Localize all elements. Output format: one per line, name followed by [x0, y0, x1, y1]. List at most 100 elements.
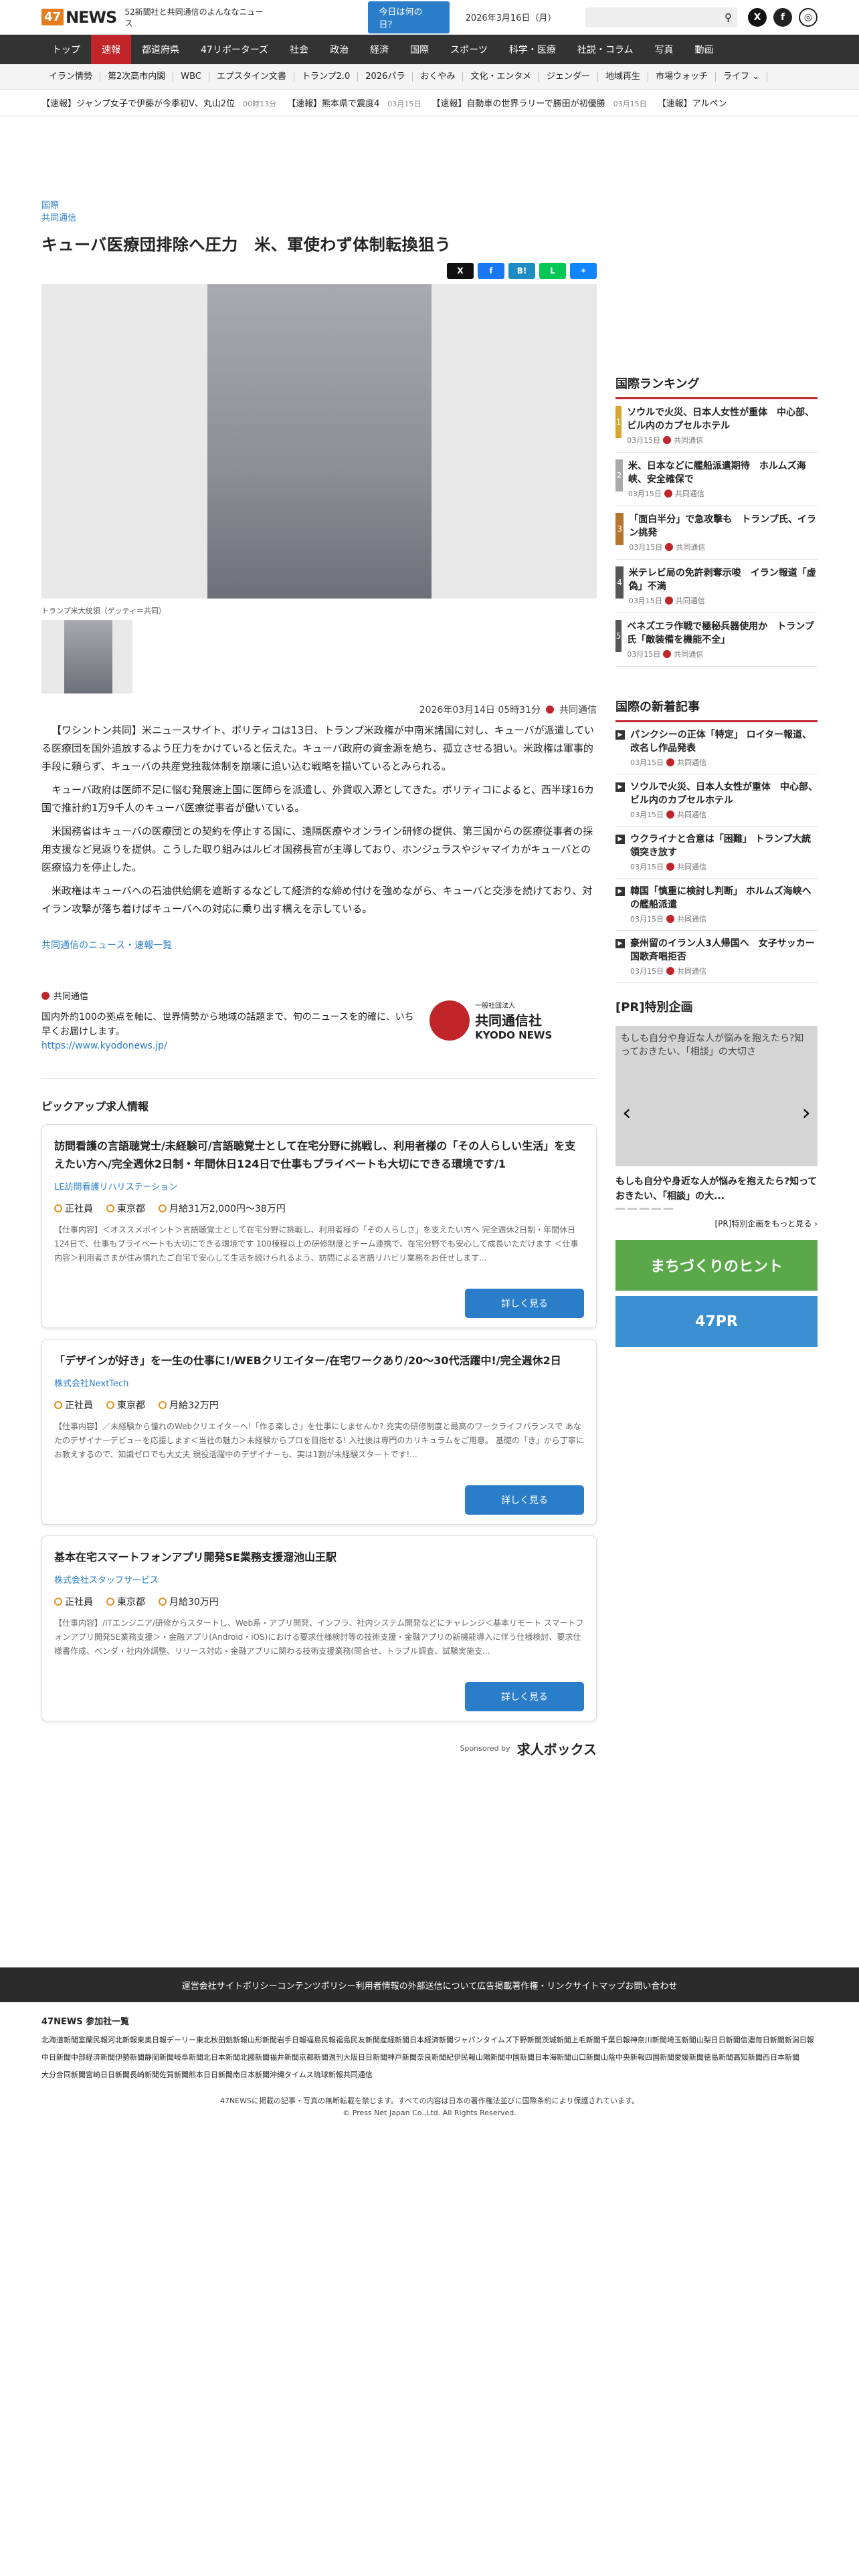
- ticker-item[interactable]: 【速報】自動車の世界ラリーで勝田が初優勝 03月15日: [432, 96, 646, 109]
- paper-link[interactable]: 東奥日報: [137, 2034, 167, 2047]
- paper-link[interactable]: 上毛新聞: [571, 2034, 601, 2047]
- pr-carousel[interactable]: もしも自分や身近な人が悩みを抱えたら?知っておきたい、「相談」の大切さ ‹ ›: [615, 1026, 818, 1166]
- paper-link[interactable]: 長崎新聞: [130, 2068, 159, 2082]
- facebook-icon[interactable]: f: [773, 7, 792, 27]
- paper-link[interactable]: 北日本新聞: [203, 2051, 240, 2064]
- job-company[interactable]: 株式会社NextTech: [54, 1376, 584, 1389]
- nav-item[interactable]: 政治: [319, 35, 359, 64]
- carousel-prev-icon[interactable]: ‹: [622, 1099, 632, 1126]
- category-link[interactable]: 国際: [41, 201, 59, 211]
- job-detail-button[interactable]: 詳しく見る: [465, 1682, 584, 1711]
- paper-link[interactable]: 四国新聞: [645, 2051, 674, 2064]
- paper-link[interactable]: 紀伊民報: [446, 2051, 476, 2064]
- nav-item[interactable]: 科学・医療: [498, 35, 567, 64]
- subnav-item[interactable]: 文化・エンタメ: [463, 72, 539, 82]
- job-title[interactable]: 基本在宅スマートフォンアプリ開発SE業務支援溜池山王駅: [54, 1548, 584, 1566]
- subnav-item[interactable]: ジェンダー: [539, 72, 598, 82]
- paper-link[interactable]: ジャパンタイムズ: [454, 2034, 512, 2047]
- paper-link[interactable]: 愛媛新聞: [674, 2051, 704, 2064]
- photo-thumbnail[interactable]: [41, 620, 132, 693]
- subnav-item[interactable]: ライフ ⌄: [716, 72, 768, 82]
- paper-link[interactable]: 北國新聞: [240, 2051, 270, 2064]
- paper-link[interactable]: 埼玉新聞: [667, 2034, 696, 2047]
- sponsor-logo[interactable]: 求人ボックス: [517, 1739, 597, 1758]
- share-hatena-icon[interactable]: B!: [508, 263, 535, 279]
- paper-link[interactable]: 西日本新聞: [763, 2051, 799, 2064]
- subnav-item[interactable]: エプスタイン文書: [209, 72, 294, 82]
- x-icon[interactable]: X: [747, 7, 767, 27]
- paper-link[interactable]: 中国新聞: [505, 2051, 535, 2064]
- subnav-item[interactable]: WBC: [173, 72, 209, 82]
- nav-item[interactable]: 47リポーターズ: [190, 35, 279, 64]
- paper-link[interactable]: 山形新聞: [248, 2034, 277, 2047]
- pr-more-link[interactable]: [PR]特別企画をもっと見る ›: [615, 1218, 818, 1229]
- newest-item[interactable]: ▶ 豪州留のイラン人3人帰国へ 女子サッカー国歌斉唱拒否 03月15日 共同通信: [615, 931, 818, 983]
- paper-link[interactable]: 神戸新聞: [387, 2051, 417, 2064]
- search-icon[interactable]: ⚲: [725, 11, 732, 23]
- paper-link[interactable]: 岩手日報: [277, 2034, 306, 2047]
- subnav-item[interactable]: 2026パラ: [358, 72, 413, 82]
- paper-link[interactable]: 沖縄タイムス: [270, 2068, 314, 2082]
- paper-link[interactable]: 福島民報: [306, 2034, 336, 2047]
- paper-link[interactable]: 山陰中央新報: [601, 2051, 645, 2064]
- nav-item[interactable]: スポーツ: [440, 35, 498, 64]
- nav-item[interactable]: 経済: [359, 35, 399, 64]
- job-company[interactable]: LE訪問看護リハリステーション: [54, 1180, 584, 1192]
- paper-link[interactable]: 高知新聞: [733, 2051, 763, 2064]
- footer-link[interactable]: 利用者情報の外部送信について: [356, 1979, 478, 1992]
- paper-link[interactable]: 徳島新聞: [704, 2051, 733, 2064]
- paper-link[interactable]: 中部経済新聞: [71, 2051, 115, 2064]
- nav-item[interactable]: 都道府県: [131, 35, 190, 64]
- paper-link[interactable]: 日本海新聞: [535, 2051, 571, 2064]
- subnav-item[interactable]: 市場ウォッチ: [648, 72, 717, 82]
- paper-link[interactable]: 大分合同新聞: [41, 2068, 86, 2082]
- ticker-item[interactable]: 【速報】アルペン: [658, 96, 727, 109]
- paper-link[interactable]: 千葉日報: [601, 2034, 630, 2047]
- paper-link[interactable]: 産経新聞: [380, 2034, 409, 2047]
- kyodo-url[interactable]: https://www.kyodonews.jp/: [41, 1041, 167, 1051]
- footer-link[interactable]: 著作権・リンク: [512, 1979, 573, 1992]
- nav-item[interactable]: 速報: [91, 35, 131, 64]
- source-link[interactable]: 共同通信: [41, 213, 76, 223]
- job-card[interactable]: 基本在宅スマートフォンアプリ開発SE業務支援溜池山王駅 株式会社スタッフサービス正…: [41, 1535, 597, 1721]
- paper-link[interactable]: 下野新聞: [512, 2034, 542, 2047]
- paper-link[interactable]: 河北新報: [108, 2034, 137, 2047]
- job-detail-button[interactable]: 詳しく見る: [465, 1485, 584, 1515]
- paper-link[interactable]: 信濃毎日新聞: [741, 2034, 785, 2047]
- newest-item[interactable]: ▶ ウクライナと合意は「困難」 トランプ大統領突き放す 03月15日 共同通信: [615, 827, 818, 879]
- article-photo[interactable]: [41, 284, 597, 599]
- job-card[interactable]: 訪問看護の言語聴覚士/未経験可/言語聴覚士として在宅分野に挑戦し、利用者様の「そ…: [41, 1124, 597, 1328]
- footer-link[interactable]: お問い合わせ: [625, 1979, 677, 1992]
- ranking-item[interactable]: 3 「面白半分」で急攻撃も トランプ氏、イラン挑発 03月15日 共同通信: [615, 506, 818, 560]
- paper-link[interactable]: 京都新聞: [299, 2051, 328, 2064]
- share-bluesky-icon[interactable]: ✶: [570, 263, 597, 279]
- subnav-item[interactable]: イラン情勢: [41, 72, 101, 82]
- paper-link[interactable]: 伊勢新聞: [115, 2051, 145, 2064]
- ranking-item[interactable]: 5 ベネズエラ作戦で極秘兵器使用か トランプ氏「敵装備を機能不全」 03月15日 共同…: [615, 613, 818, 667]
- paper-link[interactable]: 山梨日日新聞: [696, 2034, 741, 2047]
- kyodo-news-list-link[interactable]: 共同通信のニュース・速報一覧: [41, 938, 597, 952]
- pr-caption[interactable]: もしも自分や身近な人が悩みを抱えたら?知っておきたい、「相談」の大...: [615, 1174, 818, 1204]
- footer-link[interactable]: サイトマップ: [573, 1979, 625, 1992]
- banner-machizukuri[interactable]: まちづくりのヒント: [615, 1240, 818, 1291]
- globe-icon[interactable]: ◎: [798, 7, 818, 27]
- subnav-item[interactable]: 第2次高市内閣: [100, 72, 174, 82]
- footer-link[interactable]: 広告掲載: [477, 1979, 512, 1992]
- footer-link[interactable]: サイトポリシー: [217, 1979, 278, 1992]
- paper-link[interactable]: 南日本新聞: [233, 2068, 270, 2082]
- ticker-item[interactable]: 【速報】熊本県で震度4 03月15日: [287, 96, 421, 109]
- paper-link[interactable]: 岐阜新聞: [174, 2051, 203, 2064]
- job-card[interactable]: 「デザインが好き」を一生の仕事に!/WEBクリエイター/在宅ワークあり/20〜3…: [41, 1339, 597, 1525]
- job-title[interactable]: 訪問看護の言語聴覚士/未経験可/言語聴覚士として在宅分野に挑戦し、利用者様の「そ…: [54, 1137, 584, 1173]
- nav-item[interactable]: 写真: [644, 35, 684, 64]
- paper-link[interactable]: 琉球新報: [314, 2068, 343, 2082]
- nav-item[interactable]: 社会: [279, 35, 319, 64]
- ranking-item[interactable]: 1 ソウルで火災、日本人女性が重体 中心部、ビル内のカプセルホテル 03月15日 共同…: [615, 399, 818, 453]
- paper-link[interactable]: 茨城新聞: [542, 2034, 571, 2047]
- carousel-next-icon[interactable]: ›: [801, 1099, 811, 1126]
- nav-item[interactable]: 国際: [399, 35, 440, 64]
- paper-link[interactable]: 佐賀新聞: [159, 2068, 189, 2082]
- subnav-item[interactable]: トランプ2.0: [294, 72, 359, 82]
- ranking-item[interactable]: 4 米テレビ局の免許剥奪示唆 イラン報道「虚偽」不満 03月15日 共同通信: [615, 560, 818, 613]
- job-title[interactable]: 「デザインが好き」を一生の仕事に!/WEBクリエイター/在宅ワークあり/20〜3…: [54, 1352, 584, 1370]
